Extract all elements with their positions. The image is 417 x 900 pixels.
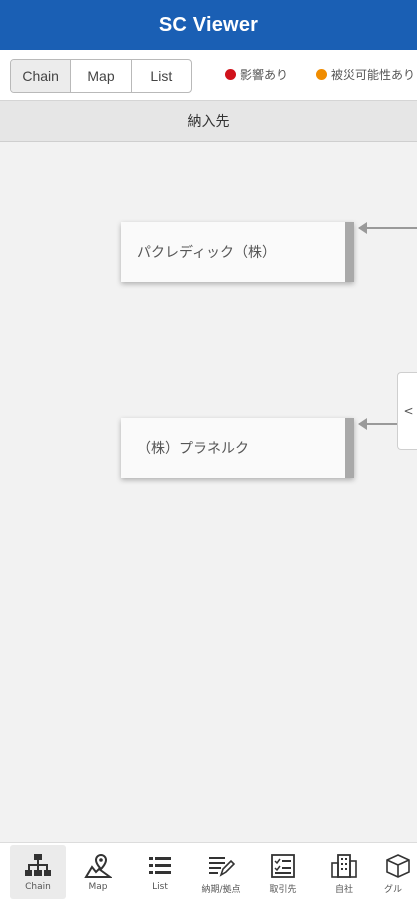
tab-chain[interactable]: Chain — [11, 60, 72, 92]
expand-panel-handle[interactable]: < — [397, 372, 417, 450]
chevron-left-icon: < — [403, 404, 414, 418]
red-dot-icon — [225, 69, 236, 80]
orange-dot-icon — [316, 69, 327, 80]
bottom-navigation: Chain Map List 納期/拠点 取引先 自社 グル — [0, 842, 417, 900]
nav-chain[interactable]: Chain — [10, 845, 66, 899]
nav-delivery-sites[interactable]: 納期/拠点 — [193, 845, 249, 899]
org-chart-icon — [25, 854, 51, 876]
view-switcher: Chain Map List — [10, 59, 192, 93]
nav-label: 取引先 — [269, 885, 297, 895]
link-arrow — [358, 418, 399, 430]
legend-affected: 影響あり — [225, 66, 288, 83]
map-pin-icon — [84, 853, 112, 878]
nav-label: 納期/拠点 — [201, 885, 241, 895]
tab-list[interactable]: List — [132, 60, 191, 92]
nav-own-company[interactable]: 自社 — [316, 845, 372, 899]
nav-label: Map — [88, 882, 108, 892]
building-icon — [331, 854, 357, 878]
list-icon — [149, 857, 171, 874]
cube-icon — [386, 854, 410, 878]
nav-list[interactable]: List — [132, 845, 188, 899]
legend-label: 被災可能性あり — [331, 68, 416, 82]
nav-business-partners[interactable]: 取引先 — [255, 845, 311, 899]
nav-map[interactable]: Map — [70, 845, 126, 899]
nav-label: List — [152, 882, 168, 892]
legend-possible-damage: 被災可能性あり — [316, 66, 415, 83]
arrow-head-icon — [358, 222, 367, 234]
column-header: 納入先 — [0, 100, 417, 142]
link-arrow — [358, 222, 417, 234]
nav-label: 自社 — [334, 885, 353, 895]
tab-map[interactable]: Map — [71, 60, 132, 92]
edit-list-icon — [209, 857, 235, 877]
nav-group[interactable]: グル — [378, 845, 417, 899]
nav-label: グル — [384, 885, 403, 895]
supplier-node[interactable]: パクレディック（株） — [121, 222, 354, 282]
app-title: SC Viewer — [158, 13, 259, 36]
arrow-head-icon — [358, 418, 367, 430]
legend-label: 影響あり — [240, 68, 289, 82]
checklist-icon — [271, 854, 295, 878]
supplier-node[interactable]: （株）プラネルク — [121, 418, 354, 478]
nav-label: Chain — [25, 882, 51, 892]
chain-canvas[interactable]: パクレディック（株） （株）プラネルク < — [0, 142, 417, 842]
app-header: SC Viewer — [0, 0, 417, 50]
